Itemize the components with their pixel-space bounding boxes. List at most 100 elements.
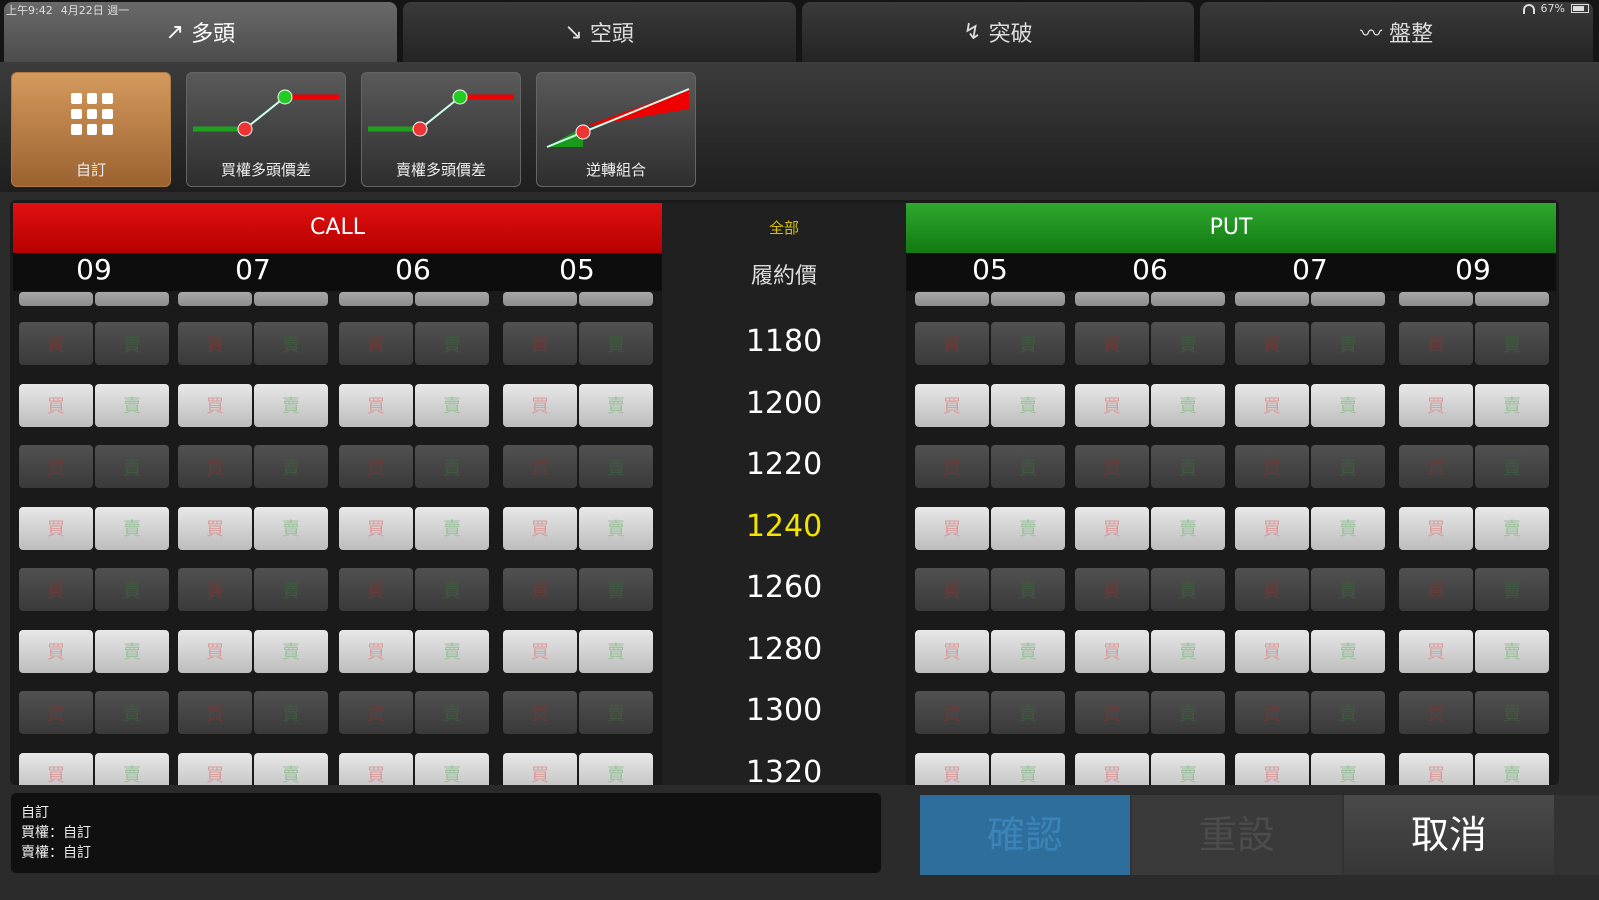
sell-button[interactable]: 賣 bbox=[1475, 383, 1549, 427]
buy-button[interactable]: 買 bbox=[1075, 506, 1149, 550]
sell-button[interactable]: 賣 bbox=[579, 752, 653, 785]
buy-button[interactable] bbox=[1399, 292, 1473, 306]
tab-breakout[interactable]: ↯ 突破 bbox=[801, 2, 1195, 62]
buy-button[interactable]: 買 bbox=[178, 568, 252, 611]
buy-button[interactable]: 買 bbox=[1075, 383, 1149, 427]
strategy-bull-call-spread-button[interactable]: 買權多頭價差 bbox=[186, 72, 346, 187]
sell-button[interactable] bbox=[579, 292, 653, 306]
put-month[interactable]: 05 bbox=[960, 253, 1020, 286]
buy-button[interactable]: 買 bbox=[1399, 568, 1473, 611]
sell-button[interactable]: 賣 bbox=[1311, 445, 1385, 488]
sell-button[interactable]: 賣 bbox=[254, 691, 328, 734]
buy-button[interactable]: 買 bbox=[915, 506, 989, 550]
cancel-button[interactable]: 取消 bbox=[1344, 795, 1554, 875]
buy-button[interactable]: 買 bbox=[1235, 322, 1309, 365]
buy-button[interactable]: 買 bbox=[1235, 506, 1309, 550]
buy-button[interactable] bbox=[915, 292, 989, 306]
buy-button[interactable]: 買 bbox=[503, 752, 577, 785]
put-month[interactable]: 06 bbox=[1120, 253, 1180, 286]
sell-button[interactable]: 賣 bbox=[1475, 752, 1549, 785]
buy-button[interactable]: 買 bbox=[339, 568, 413, 611]
sell-button[interactable]: 賣 bbox=[1475, 691, 1549, 734]
buy-button[interactable]: 買 bbox=[19, 506, 93, 550]
buy-button[interactable]: 買 bbox=[339, 752, 413, 785]
sell-button[interactable] bbox=[254, 292, 328, 306]
buy-button[interactable]: 買 bbox=[178, 506, 252, 550]
sell-button[interactable]: 賣 bbox=[1311, 629, 1385, 673]
sell-button[interactable]: 賣 bbox=[991, 445, 1065, 488]
buy-button[interactable]: 買 bbox=[915, 568, 989, 611]
buy-button[interactable]: 買 bbox=[1235, 691, 1309, 734]
sell-button[interactable]: 賣 bbox=[415, 322, 489, 365]
buy-button[interactable]: 買 bbox=[1075, 752, 1149, 785]
buy-button[interactable] bbox=[339, 292, 413, 306]
buy-button[interactable]: 買 bbox=[915, 383, 989, 427]
buy-button[interactable]: 買 bbox=[503, 506, 577, 550]
sell-button[interactable]: 賣 bbox=[991, 629, 1065, 673]
sell-button[interactable] bbox=[415, 292, 489, 306]
buy-button[interactable]: 買 bbox=[1399, 506, 1473, 550]
buy-button[interactable] bbox=[19, 292, 93, 306]
sell-button[interactable]: 賣 bbox=[991, 506, 1065, 550]
strategy-reversal-button[interactable]: 逆轉組合 bbox=[536, 72, 696, 187]
buy-button[interactable]: 買 bbox=[1399, 752, 1473, 785]
buy-button[interactable]: 買 bbox=[503, 383, 577, 427]
buy-button[interactable]: 買 bbox=[503, 629, 577, 673]
sell-button[interactable]: 賣 bbox=[95, 383, 169, 427]
buy-button[interactable]: 買 bbox=[19, 752, 93, 785]
buy-button[interactable]: 買 bbox=[339, 383, 413, 427]
buy-button[interactable]: 買 bbox=[503, 445, 577, 488]
sell-button[interactable]: 賣 bbox=[254, 445, 328, 488]
buy-button[interactable]: 買 bbox=[1399, 629, 1473, 673]
sell-button[interactable]: 賣 bbox=[991, 752, 1065, 785]
sell-button[interactable]: 賣 bbox=[415, 445, 489, 488]
sell-button[interactable]: 賣 bbox=[1151, 383, 1225, 427]
tab-bearish[interactable]: ↘ 空頭 bbox=[402, 2, 796, 62]
sell-button[interactable]: 賣 bbox=[254, 383, 328, 427]
buy-button[interactable]: 買 bbox=[178, 445, 252, 488]
sell-button[interactable] bbox=[95, 292, 169, 306]
sell-button[interactable]: 賣 bbox=[95, 752, 169, 785]
sell-button[interactable]: 賣 bbox=[254, 752, 328, 785]
buy-button[interactable]: 買 bbox=[178, 752, 252, 785]
buy-button[interactable]: 買 bbox=[19, 568, 93, 611]
sell-button[interactable] bbox=[991, 292, 1065, 306]
buy-button[interactable]: 買 bbox=[1399, 322, 1473, 365]
buy-button[interactable]: 買 bbox=[19, 629, 93, 673]
buy-button[interactable]: 買 bbox=[503, 322, 577, 365]
call-month[interactable]: 09 bbox=[64, 253, 124, 286]
sell-button[interactable]: 賣 bbox=[991, 383, 1065, 427]
sell-button[interactable]: 賣 bbox=[254, 629, 328, 673]
sell-button[interactable]: 賣 bbox=[579, 691, 653, 734]
sell-button[interactable]: 賣 bbox=[579, 568, 653, 611]
sell-button[interactable]: 賣 bbox=[1151, 445, 1225, 488]
sell-button[interactable]: 賣 bbox=[1475, 506, 1549, 550]
confirm-button[interactable]: 確認 bbox=[920, 795, 1130, 875]
buy-button[interactable]: 買 bbox=[339, 506, 413, 550]
buy-button[interactable]: 買 bbox=[503, 568, 577, 611]
sell-button[interactable]: 賣 bbox=[95, 629, 169, 673]
buy-button[interactable]: 買 bbox=[19, 383, 93, 427]
sell-button[interactable]: 賣 bbox=[1151, 629, 1225, 673]
buy-button[interactable]: 買 bbox=[178, 383, 252, 427]
call-month[interactable]: 05 bbox=[547, 253, 607, 286]
buy-button[interactable] bbox=[178, 292, 252, 306]
sell-button[interactable]: 賣 bbox=[991, 568, 1065, 611]
sell-button[interactable]: 賣 bbox=[1475, 445, 1549, 488]
all-filter[interactable]: 全部 bbox=[662, 217, 906, 238]
buy-button[interactable]: 買 bbox=[339, 691, 413, 734]
sell-button[interactable]: 賣 bbox=[1475, 322, 1549, 365]
strategy-bull-put-spread-button[interactable]: 賣權多頭價差 bbox=[361, 72, 521, 187]
buy-button[interactable] bbox=[1075, 292, 1149, 306]
buy-button[interactable] bbox=[1235, 292, 1309, 306]
sell-button[interactable]: 賣 bbox=[579, 506, 653, 550]
buy-button[interactable]: 買 bbox=[339, 445, 413, 488]
buy-button[interactable]: 買 bbox=[1075, 629, 1149, 673]
put-month[interactable]: 07 bbox=[1280, 253, 1340, 286]
buy-button[interactable]: 買 bbox=[1075, 691, 1149, 734]
sell-button[interactable]: 賣 bbox=[1311, 752, 1385, 785]
strategy-custom-button[interactable]: 自訂 bbox=[11, 72, 171, 187]
buy-button[interactable]: 買 bbox=[339, 629, 413, 673]
buy-button[interactable]: 買 bbox=[915, 445, 989, 488]
sell-button[interactable]: 賣 bbox=[254, 506, 328, 550]
